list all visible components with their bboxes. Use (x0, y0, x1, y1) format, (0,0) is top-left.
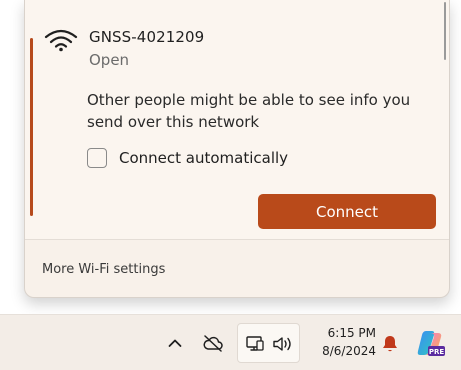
network-list-item[interactable]: GNSS-4021209 Open Other people might be … (25, 0, 449, 239)
connect-button[interactable]: Connect (258, 194, 436, 229)
connect-automatically-option[interactable]: Connect automatically (87, 148, 288, 168)
network-name: GNSS-4021209 (89, 28, 205, 46)
selection-indicator (30, 38, 33, 216)
divider (25, 239, 449, 240)
cloud-off-icon (203, 335, 223, 352)
clock-time: 6:15 PM (327, 326, 376, 340)
wifi-flyout: GNSS-4021209 Open Other people might be … (24, 0, 450, 298)
notifications-button[interactable] (379, 333, 401, 355)
more-wifi-settings-link[interactable]: More Wi-Fi settings (42, 262, 165, 277)
network-status (244, 334, 266, 354)
clock-date-button[interactable]: 6:15 PM 8/6/2024 (304, 324, 376, 360)
onedrive-status-button[interactable] (202, 333, 224, 353)
network-security-status: Open (89, 51, 130, 69)
volume-icon (273, 337, 291, 351)
quick-settings-button[interactable] (237, 323, 300, 363)
chevron-up-icon (168, 339, 182, 347)
show-hidden-icons-button[interactable] (166, 335, 184, 351)
taskbar: 6:15 PM 8/6/2024 PRE (0, 314, 461, 370)
connect-automatically-checkbox[interactable] (87, 148, 107, 168)
volume-status (271, 334, 295, 354)
security-warning-text: Other people might be able to see info y… (87, 91, 411, 131)
copilot-icon: PRE (417, 331, 445, 356)
network-icon (246, 336, 264, 351)
copilot-button[interactable]: PRE (414, 327, 446, 359)
flyout-scrollbar[interactable] (444, 2, 446, 60)
copilot-badge: PRE (429, 348, 445, 356)
clock-date: 8/6/2024 (322, 344, 376, 358)
connect-automatically-label: Connect automatically (119, 149, 289, 167)
wifi-icon (44, 29, 78, 52)
bell-icon (383, 336, 397, 352)
